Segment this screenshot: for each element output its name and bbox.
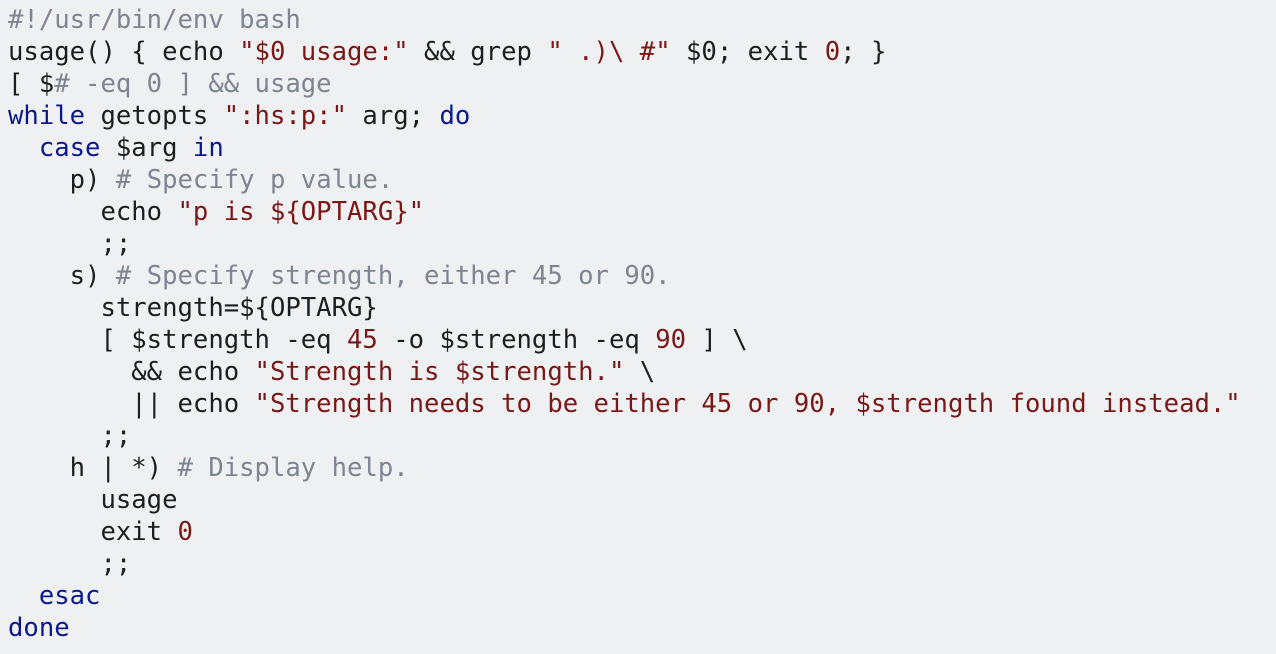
keyword-token: in (192, 133, 224, 163)
code-line: || echo "Strength needs to be either 45 … (8, 388, 1276, 420)
code-line: [ $strength -eq 45 -o $strength -eq 90 ]… (8, 324, 1276, 356)
code-text-token: ;; (8, 549, 132, 579)
code-text-token: ] \ (686, 325, 748, 355)
number-literal-token: 0 (824, 37, 841, 67)
code-text-token: p) (8, 165, 116, 195)
number-literal-token: 90 (655, 325, 687, 355)
code-text-token: echo (8, 197, 178, 227)
code-line: case $arg in (8, 132, 1276, 164)
code-text-token: ;; (8, 421, 132, 451)
keyword-token: done (8, 613, 70, 643)
code-text-token: getopts (85, 101, 224, 131)
code-text-token: s) (8, 261, 116, 291)
code-text-token: exit (8, 517, 178, 547)
string-literal-token: "p is ${OPTARG}" (177, 197, 425, 227)
code-line: strength=${OPTARG} (8, 292, 1276, 324)
number-literal-token: 45 (347, 325, 378, 355)
code-text-token: [ $strength -eq (8, 325, 347, 355)
string-literal-token: ":hs:p:" (223, 101, 348, 131)
code-line: s) # Specify strength, either 45 or 90. (8, 260, 1276, 292)
code-line: ;; (8, 548, 1276, 580)
code-text-token: $0; exit (670, 37, 825, 67)
code-text-token: [ $ (8, 69, 55, 99)
code-text-token: && grep (408, 37, 548, 67)
code-line: usage() { echo "$0 usage:" && grep " .)\… (8, 36, 1276, 68)
code-line: exit 0 (8, 516, 1276, 548)
number-literal-token: 0 (177, 517, 193, 547)
string-literal-token: "$0 usage:" (239, 37, 409, 67)
keyword-token: while (8, 101, 86, 131)
comment-token: # Specify strength, either 45 or 90. (115, 261, 671, 291)
code-text-token: ;; (8, 229, 132, 259)
code-text-token: ; } (840, 37, 887, 67)
code-text-token: arg; (347, 101, 440, 131)
code-line: esac (8, 580, 1276, 612)
code-text-token: usage() { echo (8, 37, 240, 67)
code-line: while getopts ":hs:p:" arg; do (8, 100, 1276, 132)
comment-token: # -eq 0 ] && usage (54, 69, 332, 99)
string-literal-token: "Strength needs to be either 45 or 90, $… (254, 389, 1241, 419)
keyword-token: esac (38, 581, 101, 611)
code-text-token: $arg (100, 133, 193, 163)
code-line: #!/usr/bin/env bash (8, 4, 1276, 36)
code-text-token: usage (8, 485, 178, 515)
code-line: usage (8, 484, 1276, 516)
comment-token: # Display help. (177, 453, 409, 483)
code-line: p) # Specify p value. (8, 164, 1276, 196)
string-literal-token: " .)\ #" (547, 37, 671, 67)
code-line: ;; (8, 420, 1276, 452)
keyword-token: case (38, 133, 101, 163)
code-line: [ $# -eq 0 ] && usage (8, 68, 1276, 100)
code-text-token: \ (624, 357, 656, 387)
code-text-token: strength=${OPTARG} (8, 293, 378, 323)
code-line: && echo "Strength is $strength." \ (8, 356, 1276, 388)
comment-token: #!/usr/bin/env bash (8, 5, 301, 35)
code-line: echo "p is ${OPTARG}" (8, 196, 1276, 228)
code-line: ;; (8, 228, 1276, 260)
keyword-token: do (439, 101, 471, 131)
code-text-token: -o $strength -eq (377, 325, 656, 355)
code-text-token: && echo (8, 357, 255, 387)
string-literal-token: "Strength is $strength." (254, 357, 625, 387)
code-text-token: h | *) (8, 453, 178, 483)
code-editor[interactable]: #!/usr/bin/env bash usage() { echo "$0 us… (0, 0, 1276, 654)
code-text-token: || echo (8, 389, 255, 419)
comment-token: # Specify p value. (115, 165, 394, 195)
code-line: h | *) # Display help. (8, 452, 1276, 484)
code-line: done (8, 612, 1276, 644)
